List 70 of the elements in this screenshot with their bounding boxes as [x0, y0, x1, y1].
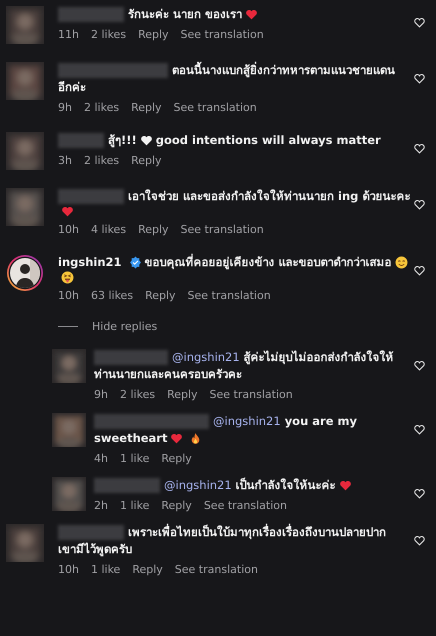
timestamp: 9h	[94, 388, 108, 401]
timestamp: 2h	[94, 499, 108, 512]
like-icon[interactable]	[413, 142, 426, 155]
comment-text: good intentions will always matter	[156, 132, 381, 149]
see-translation-link[interactable]: See translation	[188, 289, 271, 302]
likes-count[interactable]: 4 likes	[90, 223, 126, 236]
timestamp: 4h	[94, 452, 108, 465]
fire-icon	[189, 432, 202, 445]
timestamp: 3h	[58, 154, 72, 167]
like-icon[interactable]	[413, 264, 426, 277]
likes-count[interactable]: 2 likes	[84, 101, 120, 114]
timestamp: 10h	[58, 223, 79, 236]
likes-count[interactable]: 1 like	[120, 499, 150, 512]
mention-link[interactable]: @ingshin21	[164, 477, 232, 494]
reply-link[interactable]: Reply	[131, 154, 162, 167]
smiley-icon	[394, 256, 408, 269]
see-translation-link[interactable]: See translation	[180, 28, 264, 41]
likes-count[interactable]: 63 likes	[90, 289, 134, 302]
timestamp: 10h	[58, 563, 79, 576]
reply-link[interactable]: Reply	[161, 452, 192, 465]
see-translation-link[interactable]: See translation	[210, 388, 293, 401]
reply-link[interactable]: Reply	[145, 289, 176, 302]
like-icon[interactable]	[413, 72, 426, 85]
heart-icon	[170, 432, 184, 445]
tongue-face-icon	[61, 271, 74, 284]
see-translation-link[interactable]: See translation	[174, 101, 257, 114]
reply-link[interactable]: Reply	[131, 101, 162, 114]
timestamp: 10h	[58, 289, 79, 302]
likes-count[interactable]: 2 likes	[90, 28, 126, 41]
like-icon[interactable]	[413, 534, 426, 547]
comment-text: เขามีไว้พูดครับ	[58, 541, 132, 558]
comment-text: you are my	[284, 413, 357, 430]
timestamp: 11h	[58, 28, 79, 41]
reply-link[interactable]: Reply	[138, 28, 169, 41]
reply-link[interactable]: Reply	[132, 563, 163, 576]
reply-link[interactable]: Reply	[161, 499, 192, 512]
comment-text: เอาใจช่วย และขอส่งกำลังใจให้ท่านนายก ing ด้วยนะคะ	[128, 188, 410, 205]
comment-text: sweetheart	[94, 430, 168, 447]
like-icon[interactable]	[413, 359, 426, 372]
heart-icon	[140, 134, 153, 147]
like-icon[interactable]	[413, 487, 426, 500]
see-translation-link[interactable]: See translation	[204, 499, 287, 512]
like-icon[interactable]	[413, 198, 426, 211]
timestamp: 9h	[58, 101, 72, 114]
comment-text: ท่านนายกและคนครอบครัวคะ	[94, 366, 242, 383]
comment-text: สู้ๆ!!!	[108, 132, 137, 149]
like-icon[interactable]	[413, 16, 426, 29]
comment-text: ตอนนี้นางแบกสู้ยิ่งกว่าทหารตามแนวชายแดน	[172, 62, 395, 79]
likes-count[interactable]: 1 like	[120, 452, 150, 465]
likes-count[interactable]: 2 likes	[120, 388, 156, 401]
reply-link[interactable]: Reply	[167, 388, 198, 401]
like-icon[interactable]	[413, 423, 426, 436]
mention-link[interactable]: @ingshin21	[213, 413, 281, 430]
comment-text: สู้ค่ะไม่ยุบไม่ออกส่งกำลังใจให้	[244, 349, 394, 366]
see-translation-link[interactable]: See translation	[174, 563, 258, 576]
see-translation-link[interactable]: See translation	[180, 223, 264, 236]
comment-text: ขอบคุณที่คอยอยู่เคียงข้าง และขอบตาดำกว่าเสมอ	[144, 254, 392, 271]
comment-text: เพราะเพื่อไทยเป็นใบ้มาทุกเรื่องเรื่องถึงบานปลายปาก	[128, 524, 386, 541]
comment-text: เป็นกำลังใจให้นะค่ะ	[236, 477, 336, 494]
heart-icon	[338, 479, 352, 492]
mention-link[interactable]: @ingshin21	[172, 349, 240, 366]
likes-count[interactable]: 1 like	[90, 563, 120, 576]
hide-replies-button[interactable]: Hide replies	[92, 320, 158, 333]
reply-link[interactable]: Reply	[138, 223, 169, 236]
heart-icon	[245, 8, 258, 21]
comment-text: รักนะค่ะ นายก ของเรา	[128, 6, 242, 23]
heart-icon	[61, 205, 74, 218]
likes-count[interactable]: 2 likes	[84, 154, 120, 167]
username[interactable]: ingshin21	[58, 254, 122, 271]
comment-text: อีกค่ะ	[58, 79, 86, 96]
